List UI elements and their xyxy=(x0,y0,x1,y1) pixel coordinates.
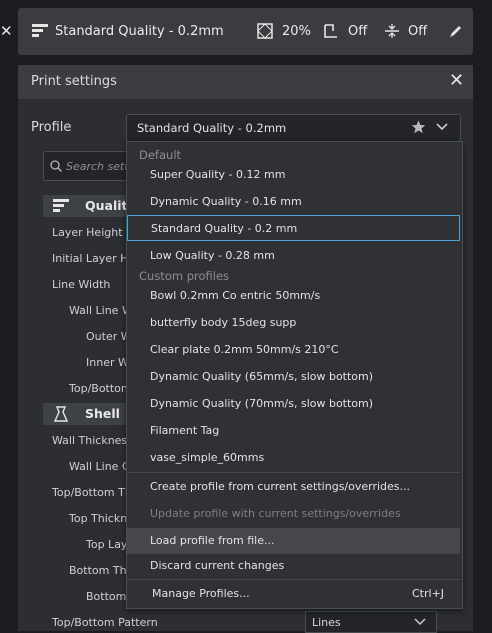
setting-topbottom-thickness[interactable]: Top/Bottom Th xyxy=(52,486,132,499)
setting-outer-wall[interactable]: Outer W xyxy=(86,330,132,343)
discard-changes-option[interactable]: Discard current changes xyxy=(127,553,460,579)
profile-option[interactable]: Low Quality - 0.28 mm xyxy=(127,243,460,269)
setting-line-width[interactable]: Line Width xyxy=(52,278,110,291)
profile-option[interactable]: butterfly body 15deg supp xyxy=(127,310,460,336)
menu-separator xyxy=(127,579,460,580)
load-profile-option[interactable]: Load profile from file... xyxy=(127,528,460,554)
search-icon xyxy=(50,160,62,172)
setting-top-layers[interactable]: Top Lay xyxy=(86,538,127,551)
create-profile-option[interactable]: Create profile from current settings/ove… xyxy=(127,474,460,500)
setting-inner-wall[interactable]: Inner W xyxy=(86,356,129,369)
profile-select[interactable]: Standard Quality - 0.2mm xyxy=(126,114,461,142)
print-setup-bar[interactable]: Standard Quality - 0.2mm 20% Off Off xyxy=(18,8,473,55)
profile-label: Profile xyxy=(31,120,72,135)
profile-option-selected[interactable]: Standard Quality - 0.2 mm xyxy=(127,215,460,241)
support-icon xyxy=(324,24,337,38)
profile-option[interactable]: Super Quality - 0.12 mm xyxy=(127,162,460,188)
setting-topbottom-line[interactable]: Top/Botton xyxy=(69,382,128,395)
category-label: Qualit xyxy=(85,198,128,213)
panel-title: Print settings xyxy=(31,74,117,89)
setting-bottom[interactable]: Bottom xyxy=(86,590,126,603)
profile-option[interactable]: Dynamic Quality (70mm/s, slow bottom) xyxy=(127,391,460,417)
setting-initial-layer-height[interactable]: Initial Layer H xyxy=(52,252,128,265)
chevron-down-icon xyxy=(414,618,426,626)
setting-top-thickness[interactable]: Top Thickn xyxy=(69,512,127,525)
category-shell[interactable]: Shell xyxy=(43,403,133,425)
shortcut-label: Ctrl+J xyxy=(412,587,445,600)
menu-separator xyxy=(127,472,460,473)
topbottom-pattern-value: Lines xyxy=(312,616,341,629)
profile-option[interactable]: Clear plate 0.2mm 50mm/s 210°C xyxy=(127,337,460,363)
chevron-down-icon[interactable] xyxy=(436,123,448,131)
setting-layer-height[interactable]: Layer Height xyxy=(52,226,123,239)
edit-pencil-icon[interactable] xyxy=(449,25,462,38)
settings-search-input[interactable]: Search setti xyxy=(43,151,135,181)
profile-dropdown-menu: Default Super Quality - 0.12 mm Dynamic … xyxy=(126,141,463,609)
profile-option[interactable]: Dynamic Quality - 0.16 mm xyxy=(127,189,460,215)
search-placeholder: Search setti xyxy=(66,160,132,173)
setting-bottom-thickness[interactable]: Bottom Th xyxy=(69,564,127,577)
profile-option[interactable]: Bowl 0.2mm Co entric 50mm/s xyxy=(127,283,460,309)
quality-icon xyxy=(32,24,48,37)
setting-topbottom-pattern[interactable]: Top/Bottom Pattern xyxy=(52,616,158,629)
update-profile-option: Update profile with current settings/ove… xyxy=(150,507,401,520)
setting-wall-thickness[interactable]: Wall Thickness xyxy=(52,434,133,447)
infill-icon xyxy=(257,23,273,39)
quality-icon xyxy=(53,199,69,212)
infill-value: 20% xyxy=(282,24,311,39)
profile-option[interactable]: vase_simple_60mms xyxy=(127,445,460,471)
quality-label: Standard Quality - 0.2mm xyxy=(55,24,224,39)
profile-option[interactable]: Dynamic Quality (65mm/s, slow bottom) xyxy=(127,364,460,390)
close-icon[interactable]: ✕ xyxy=(0,22,13,42)
setting-wall-line-width[interactable]: Wall Line W xyxy=(69,304,133,317)
panel-close-icon[interactable]: ✕ xyxy=(449,70,464,91)
profile-value: Standard Quality - 0.2mm xyxy=(137,121,287,135)
custom-header: Custom profiles xyxy=(139,269,230,283)
shell-icon xyxy=(54,406,68,422)
adhesion-icon xyxy=(385,24,399,38)
default-header: Default xyxy=(139,148,182,162)
setting-wall-line-count[interactable]: Wall Line C xyxy=(69,460,130,473)
profile-option[interactable]: Filament Tag xyxy=(127,418,460,444)
star-icon[interactable] xyxy=(411,120,426,134)
category-label: Shell xyxy=(85,406,120,421)
support-value: Off xyxy=(348,24,368,39)
manage-profiles-option[interactable]: Manage Profiles... Ctrl+J xyxy=(127,581,460,607)
adhesion-value: Off xyxy=(408,24,428,39)
category-quality[interactable]: Qualit xyxy=(43,195,133,217)
topbottom-pattern-select[interactable]: Lines xyxy=(305,611,437,633)
